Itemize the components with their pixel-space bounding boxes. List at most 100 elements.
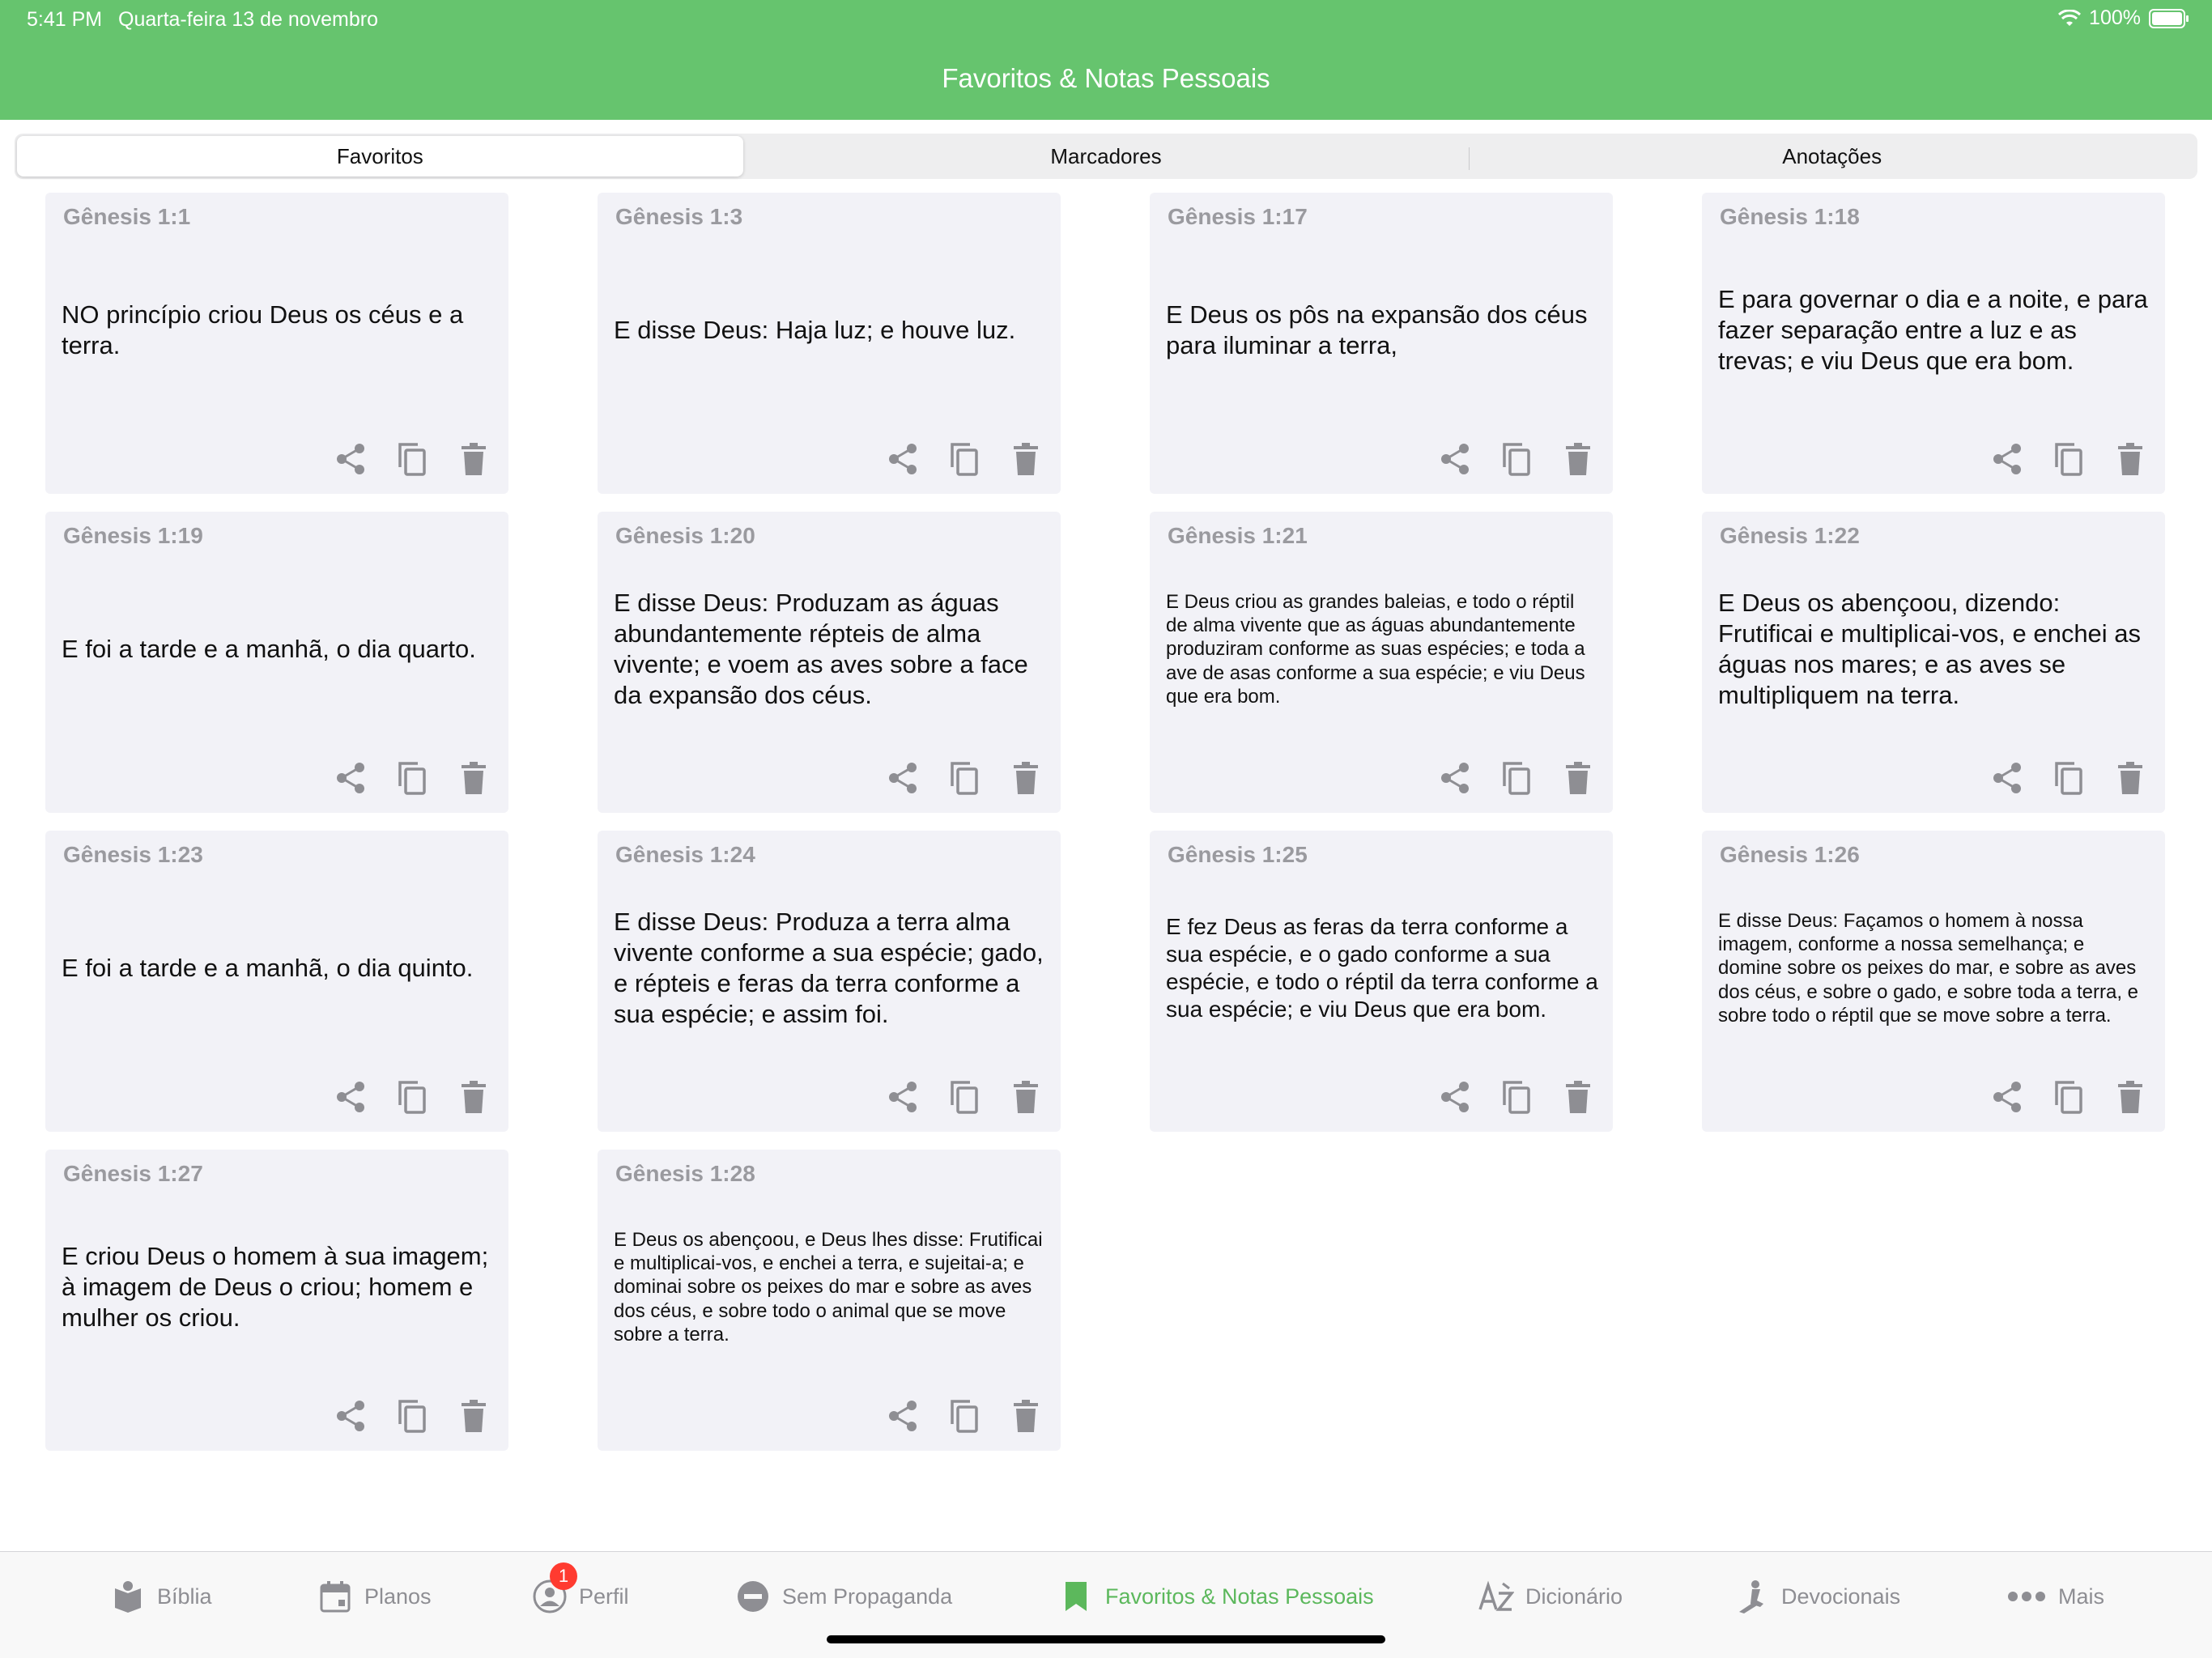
trash-icon [1013, 443, 1039, 475]
copy-icon [2053, 760, 2084, 796]
share-button[interactable] [886, 759, 920, 797]
verse-text: E disse Deus: Produza a terra alma viven… [614, 879, 1046, 1057]
favorite-card[interactable]: Gênesis 1:25 E fez Deus as feras da terra… [1150, 831, 1613, 1132]
share-button[interactable] [886, 1078, 920, 1116]
segmented-control: Favoritos Marcadores Anotações [15, 134, 2197, 179]
delete-button[interactable] [2113, 759, 2147, 797]
copy-button[interactable] [947, 1078, 981, 1116]
favorite-card[interactable]: Gênesis 1:20 E disse Deus: Produzam as ág… [598, 512, 1061, 813]
verse-reference: Gênesis 1:25 [1168, 842, 1308, 867]
verse-text: E disse Deus: Façamos o homem à nossa im… [1718, 879, 2150, 1057]
share-icon [1991, 442, 2023, 476]
trash-icon [1565, 1081, 1591, 1113]
copy-button[interactable] [395, 1078, 429, 1116]
card-actions [334, 440, 491, 478]
copy-button[interactable] [395, 440, 429, 478]
tab-planos[interactable]: Planos [317, 1576, 432, 1617]
segment-anotacoes[interactable]: Anotações [1469, 136, 2195, 176]
delete-button[interactable] [1009, 1078, 1043, 1116]
share-button[interactable] [1990, 759, 2024, 797]
favorite-card[interactable]: Gênesis 1:26 E disse Deus: Façamos o home… [1702, 831, 2165, 1132]
copy-icon [397, 441, 428, 477]
favorite-card[interactable]: Gênesis 1:24 E disse Deus: Produza a terr… [598, 831, 1061, 1132]
delete-button[interactable] [1561, 440, 1595, 478]
delete-button[interactable] [1009, 1397, 1043, 1435]
copy-button[interactable] [1499, 759, 1534, 797]
verse-reference: Gênesis 1:28 [615, 1161, 755, 1186]
delete-button[interactable] [457, 1078, 491, 1116]
delete-button[interactable] [457, 1397, 491, 1435]
favorite-card[interactable]: Gênesis 1:27 E criou Deus o homem à sua i… [45, 1150, 508, 1451]
trash-icon [461, 1400, 487, 1432]
copy-button[interactable] [947, 759, 981, 797]
verse-text: E disse Deus: Haja luz; e houve luz. [614, 241, 1046, 419]
tab-mais[interactable]: Mais [2006, 1576, 2104, 1617]
favorite-card[interactable]: Gênesis 1:3 E disse Deus: Haja luz; e hou… [598, 193, 1061, 494]
tab-favoritos-notas[interactable]: Favoritos & Notas Pessoais [1058, 1576, 1374, 1617]
card-actions [886, 759, 1043, 797]
share-button[interactable] [1990, 440, 2024, 478]
status-date: Quarta-feira 13 de novembro [118, 8, 379, 31]
verse-text: E Deus os abençoou, dizendo: Frutificai … [1718, 560, 2150, 738]
favorite-card[interactable]: Gênesis 1:22 E Deus os abençoou, dizendo:… [1702, 512, 2165, 813]
favorite-card[interactable]: Gênesis 1:19 E foi a tarde e a manhã, o d… [45, 512, 508, 813]
favorite-card[interactable]: Gênesis 1:21 E Deus criou as grandes bale… [1150, 512, 1613, 813]
tab-sem-propaganda[interactable]: Sem Propaganda [735, 1576, 952, 1617]
favorite-card[interactable]: Gênesis 1:23 E foi a tarde e a manhã, o d… [45, 831, 508, 1132]
copy-button[interactable] [2052, 1078, 2086, 1116]
copy-button[interactable] [395, 759, 429, 797]
trash-icon [1013, 1400, 1039, 1432]
trash-icon [2117, 762, 2143, 794]
copy-button[interactable] [1499, 1078, 1534, 1116]
favorite-card[interactable]: Gênesis 1:18 E para governar o dia e a no… [1702, 193, 2165, 494]
card-actions [1990, 440, 2147, 478]
delete-button[interactable] [1561, 759, 1595, 797]
share-button[interactable] [1438, 440, 1472, 478]
verse-text-content: NO princípio criou Deus os céus e a terr… [62, 300, 464, 359]
home-indicator [827, 1635, 1385, 1643]
delete-button[interactable] [1561, 1078, 1595, 1116]
verse-text-content: E disse Deus: Haja luz; e houve luz. [614, 316, 1016, 345]
tab-dicionario[interactable]: Dicionário [1478, 1576, 1623, 1617]
tab-label: Favoritos & Notas Pessoais [1105, 1584, 1374, 1609]
more-icon [2006, 1579, 2047, 1614]
share-button[interactable] [1438, 759, 1472, 797]
copy-button[interactable] [947, 1397, 981, 1435]
delete-button[interactable] [1009, 440, 1043, 478]
share-icon [334, 442, 367, 476]
verse-reference: Gênesis 1:20 [615, 523, 755, 548]
share-button[interactable] [334, 440, 368, 478]
segment-marcadores[interactable]: Marcadores [743, 136, 1470, 176]
share-button[interactable] [334, 759, 368, 797]
delete-button[interactable] [2113, 1078, 2147, 1116]
verse-reference: Gênesis 1:24 [615, 842, 755, 867]
verse-reference: Gênesis 1:22 [1720, 523, 1860, 548]
copy-icon [397, 760, 428, 796]
delete-button[interactable] [457, 440, 491, 478]
copy-button[interactable] [395, 1397, 429, 1435]
verse-text-content: E Deus os abençoou, e Deus lhes disse: F… [614, 1228, 1043, 1346]
favorite-card[interactable]: Gênesis 1:17 E Deus os pôs na expansão do… [1150, 193, 1613, 494]
share-button[interactable] [334, 1078, 368, 1116]
segment-favoritos[interactable]: Favoritos [17, 136, 743, 176]
copy-button[interactable] [2052, 440, 2086, 478]
tab-label: Perfil [579, 1584, 629, 1609]
copy-icon [1501, 441, 1532, 477]
tab-biblia[interactable]: Bíblia [110, 1576, 212, 1617]
share-button[interactable] [1990, 1078, 2024, 1116]
delete-button[interactable] [1009, 759, 1043, 797]
copy-button[interactable] [947, 440, 981, 478]
favorite-card[interactable]: Gênesis 1:28 E Deus os abençoou, e Deus l… [598, 1150, 1061, 1451]
share-button[interactable] [886, 1397, 920, 1435]
delete-button[interactable] [2113, 440, 2147, 478]
copy-button[interactable] [1499, 440, 1534, 478]
tab-devocionais[interactable]: Devocionais [1734, 1576, 1900, 1617]
share-button[interactable] [886, 440, 920, 478]
share-button[interactable] [334, 1397, 368, 1435]
share-icon [1991, 761, 2023, 795]
favorite-card[interactable]: Gênesis 1:1 NO princípio criou Deus os cé… [45, 193, 508, 494]
tab-perfil[interactable]: 1 Perfil [532, 1562, 629, 1617]
delete-button[interactable] [457, 759, 491, 797]
copy-button[interactable] [2052, 759, 2086, 797]
share-button[interactable] [1438, 1078, 1472, 1116]
